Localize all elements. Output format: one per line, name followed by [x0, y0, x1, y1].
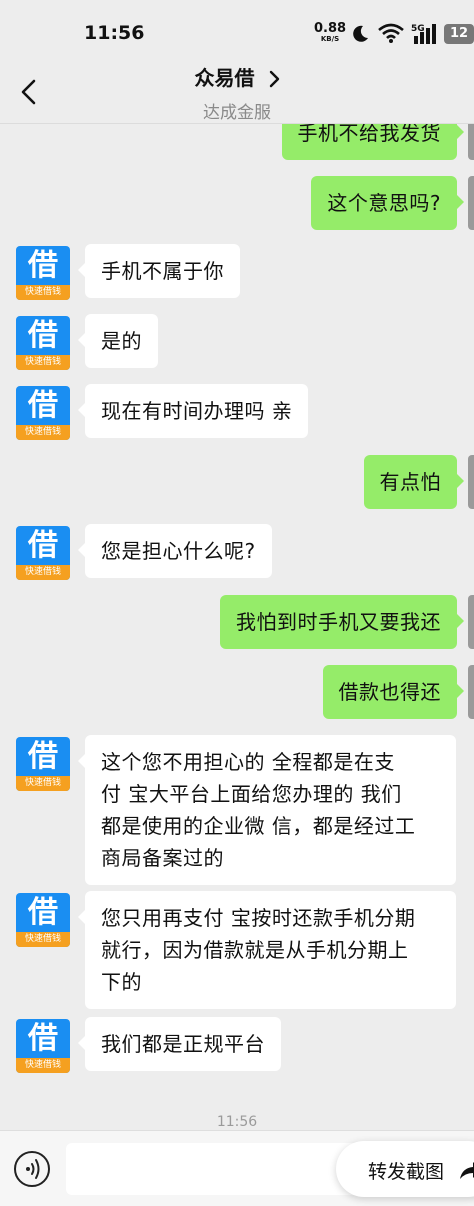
message-incoming: 借 快速借钱 您是担心什么呢?: [0, 524, 474, 580]
message-text: 这个意思吗?: [327, 191, 441, 215]
avatar-band-text: 快速借钱: [16, 932, 70, 947]
message-text: 我们都是正规平台: [101, 1032, 265, 1056]
message-input-field[interactable]: [66, 1143, 366, 1195]
message-text: 您是担心什么呢?: [101, 539, 256, 563]
avatar-char: 借: [28, 388, 58, 423]
message-text: 我怕到时手机又要我还: [236, 610, 441, 634]
message-outgoing: 这个意思吗?: [0, 176, 474, 232]
my-avatar[interactable]: [468, 124, 474, 160]
message-text-line: 您只用再支付 宝按时还款手机分期: [101, 906, 416, 930]
message-text: 现在有时间办理吗 亲: [101, 399, 293, 423]
outgoing-bubble[interactable]: 手机不给我发货: [281, 124, 464, 160]
message-text-line: 都是使用的企业微 信，都是经过工: [101, 814, 416, 838]
message-text-line: 这个您不用担心的 全程都是在支: [101, 750, 395, 774]
avatar-char: 借: [28, 248, 58, 283]
message-timestamp: 11:56: [216, 1114, 258, 1130]
net-speed-value: 0.88: [314, 21, 347, 36]
status-bar: 11:56 0.88 KB/S 5G 12: [0, 0, 474, 60]
avatar-char: 借: [28, 895, 58, 930]
avatar-char: 借: [28, 528, 58, 563]
wifi-icon: [378, 23, 404, 43]
chat-title[interactable]: 众易借: [194, 66, 254, 90]
contact-avatar[interactable]: 借 快速借钱: [16, 737, 70, 791]
avatar-char: 借: [28, 1021, 58, 1056]
message-outgoing: 手机不给我发货: [0, 124, 474, 162]
chat-header: 众易借 达成金服: [0, 60, 474, 124]
outgoing-bubble[interactable]: 这个意思吗?: [311, 176, 464, 230]
outgoing-bubble[interactable]: 有点怕: [363, 455, 464, 509]
message-incoming: 借 快速借钱 您只用再支付 宝按时还款手机分期 就行，因为借款就是从手机分期上 …: [0, 891, 474, 1009]
message-text: 有点怕: [379, 470, 441, 494]
avatar-char: 借: [28, 318, 58, 353]
message-incoming: 借 快速借钱 这个您不用担心的 全程都是在支 付 宝大平台上面给您办理的 我们 …: [0, 735, 474, 887]
my-avatar[interactable]: [468, 595, 474, 649]
avatar-band-text: 快速借钱: [16, 565, 70, 580]
share-screenshot-label: 转发截图: [368, 1161, 445, 1183]
message-text: 借款也得还: [338, 680, 441, 704]
avatar-char: 借: [28, 739, 58, 774]
message-text-line: 就行，因为借款就是从手机分期上: [101, 938, 409, 962]
message-outgoing: 借款也得还: [0, 665, 474, 721]
message-incoming: 借 快速借钱 现在有时间办理吗 亲: [0, 384, 474, 440]
avatar-band-text: 快速借钱: [16, 776, 70, 791]
contact-avatar[interactable]: 借 快速借钱: [16, 893, 70, 947]
incoming-bubble[interactable]: 您是担心什么呢?: [78, 524, 272, 578]
message-outgoing: 有点怕: [0, 455, 474, 511]
contact-avatar[interactable]: 借 快速借钱: [16, 386, 70, 440]
battery-indicator: 12: [444, 24, 474, 44]
message-text: 是的: [101, 329, 142, 353]
message-incoming: 借 快速借钱 手机不属于你: [0, 244, 474, 300]
my-avatar[interactable]: [468, 455, 474, 509]
avatar-band-text: 快速借钱: [16, 285, 70, 300]
do-not-disturb-moon-icon: [353, 25, 368, 42]
incoming-bubble[interactable]: 我们都是正规平台: [78, 1017, 281, 1071]
incoming-bubble[interactable]: 手机不属于你: [78, 244, 240, 298]
chat-title-row[interactable]: 众易借: [0, 62, 474, 91]
chat-subtitle: 达成金服: [203, 103, 271, 123]
net-speed-unit: KB/S: [320, 35, 340, 43]
message-incoming: 借 快速借钱 是的: [0, 314, 474, 370]
my-avatar[interactable]: [468, 665, 474, 719]
chat-input-bar: 转发截图: [0, 1130, 474, 1206]
message-outgoing: 我怕到时手机又要我还: [0, 595, 474, 651]
incoming-bubble[interactable]: 这个您不用担心的 全程都是在支 付 宝大平台上面给您办理的 我们 都是使用的企业…: [78, 735, 456, 885]
net-speed: 0.88 KB/S: [314, 22, 346, 43]
outgoing-bubble[interactable]: 我怕到时手机又要我还: [220, 595, 464, 649]
incoming-bubble[interactable]: 是的: [78, 314, 158, 368]
message-text-line: 商局备案过的: [101, 846, 224, 870]
voice-input-button[interactable]: [14, 1151, 50, 1187]
avatar-band-text: 快速借钱: [16, 355, 70, 370]
avatar-band-text: 快速借钱: [16, 425, 70, 440]
message-text: 手机不给我发货: [297, 124, 441, 145]
message-list[interactable]: 手机不给我发货 这个意思吗? 借 快速借钱 手机不属于你 借 快速借钱 是的 借: [0, 124, 474, 1130]
cellular-signal-icon: 5G: [411, 24, 436, 44]
message-text-line: 付 宝大平台上面给您办理的 我们: [101, 782, 402, 806]
share-screenshot-button[interactable]: 转发截图: [336, 1141, 474, 1197]
status-time: 11:56: [84, 22, 145, 44]
contact-avatar[interactable]: 借 快速借钱: [16, 526, 70, 580]
my-avatar[interactable]: [468, 176, 474, 230]
contact-avatar[interactable]: 借 快速借钱: [16, 1019, 70, 1073]
incoming-bubble[interactable]: 现在有时间办理吗 亲: [77, 384, 309, 438]
message-text-line: 下的: [101, 970, 142, 994]
message-text: 手机不属于你: [101, 259, 224, 283]
avatar-band-text: 快速借钱: [16, 1058, 70, 1073]
forward-arrow-icon: [460, 1162, 474, 1179]
chevron-right-icon[interactable]: [268, 70, 280, 88]
outgoing-bubble[interactable]: 借款也得还: [322, 665, 464, 719]
voice-wave-icon: [26, 1159, 40, 1179]
message-incoming: 借 快速借钱 我们都是正规平台: [0, 1017, 474, 1073]
contact-avatar[interactable]: 借 快速借钱: [16, 316, 70, 370]
contact-avatar[interactable]: 借 快速借钱: [16, 246, 70, 300]
incoming-bubble[interactable]: 您只用再支付 宝按时还款手机分期 就行，因为借款就是从手机分期上 下的: [78, 891, 456, 1009]
